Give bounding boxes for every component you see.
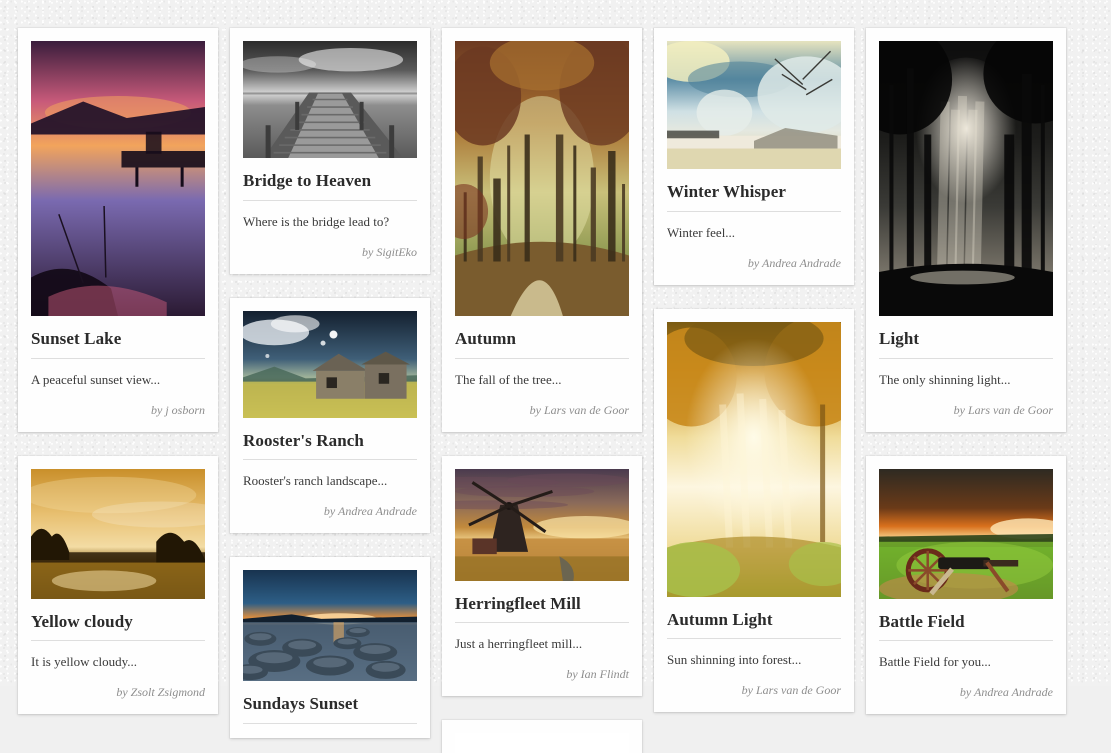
photo-card-description: Sun shinning into forest... xyxy=(667,639,841,669)
photo-card-author[interactable]: by Lars van de Goor xyxy=(879,389,1053,418)
photo-card-author[interactable]: by Lars van de Goor xyxy=(667,669,841,698)
photo-card[interactable]: AutumnThe fall of the tree...by Lars van… xyxy=(442,28,642,432)
photo-card[interactable]: Bridge to HeavenWhere is the bridge lead… xyxy=(230,28,430,274)
photo-card-body: Winter WhisperWinter feel...by Andrea An… xyxy=(667,169,841,285)
gallery-column-2: Bridge to HeavenWhere is the bridge lead… xyxy=(230,28,430,686)
photo-card-body: Autumn LightSun shinning into forest...b… xyxy=(667,597,841,713)
photo-card-author[interactable]: by Ian Flindt xyxy=(455,653,629,682)
photo-card[interactable]: LightThe only shinning light...by Lars v… xyxy=(866,28,1066,432)
photo-card-title[interactable]: Autumn xyxy=(455,316,629,358)
photo-card-title[interactable]: Battle Field xyxy=(879,599,1053,641)
photo-card[interactable]: Herringfleet MillJust a herringfleet mil… xyxy=(442,456,642,697)
photo-card-title[interactable]: Rooster's Ranch xyxy=(243,418,417,460)
gallery-column-3: AutumnThe fall of the tree...by Lars van… xyxy=(442,28,642,686)
autumn-light-photo[interactable] xyxy=(667,322,841,597)
photo-card[interactable]: Autumn LightSun shinning into forest...b… xyxy=(654,309,854,713)
gallery-column-1: Sunset LakeA peaceful sunset view...by j… xyxy=(18,28,218,686)
photo-card[interactable]: Sunset LakeA peaceful sunset view...by j… xyxy=(18,28,218,432)
photo-card[interactable]: Sundays Sunset xyxy=(230,557,430,738)
photo-card-description: Just a herringfleet mill... xyxy=(455,623,629,653)
photo-card-author[interactable]: by j osborn xyxy=(31,389,205,418)
photo-card-description: A peaceful sunset view... xyxy=(31,359,205,389)
next-card-partial[interactable] xyxy=(455,733,629,753)
photo-card-description: Winter feel... xyxy=(667,212,841,242)
sundays-sunset-photo[interactable] xyxy=(243,570,417,681)
photo-card-author[interactable]: by Andrea Andrade xyxy=(243,490,417,519)
photo-card-body: LightThe only shinning light...by Lars v… xyxy=(879,316,1053,432)
photo-card-body: Bridge to HeavenWhere is the bridge lead… xyxy=(243,158,417,274)
photo-card[interactable]: Battle FieldBattle Field for you...by An… xyxy=(866,456,1066,715)
photo-card-description: The fall of the tree... xyxy=(455,359,629,389)
sunset-lake-photo[interactable] xyxy=(31,41,205,316)
photo-card-description: Battle Field for you... xyxy=(879,641,1053,671)
photo-card-author[interactable]: by SigitEko xyxy=(243,231,417,260)
photo-card-body: Battle FieldBattle Field for you...by An… xyxy=(879,599,1053,715)
photo-card-title[interactable]: Winter Whisper xyxy=(667,169,841,211)
light-photo[interactable] xyxy=(879,41,1053,316)
photo-card-title[interactable]: Light xyxy=(879,316,1053,358)
photo-card[interactable]: Yellow cloudyIt is yellow cloudy...by Zs… xyxy=(18,456,218,715)
photo-card-title[interactable]: Sundays Sunset xyxy=(243,681,417,723)
photo-card-title[interactable]: Autumn Light xyxy=(667,597,841,639)
photo-card-title[interactable]: Sunset Lake xyxy=(31,316,205,358)
photo-card-description: The only shinning light... xyxy=(879,359,1053,389)
yellow-cloudy-photo[interactable] xyxy=(31,469,205,599)
photo-card-divider xyxy=(243,723,417,724)
photo-card-author[interactable]: by Lars van de Goor xyxy=(455,389,629,418)
photo-card[interactable]: Winter WhisperWinter feel...by Andrea An… xyxy=(654,28,854,285)
photo-card-title[interactable]: Yellow cloudy xyxy=(31,599,205,641)
photo-card-title[interactable]: Herringfleet Mill xyxy=(455,581,629,623)
battle-field-photo[interactable] xyxy=(879,469,1053,599)
photo-card-description: It is yellow cloudy... xyxy=(31,641,205,671)
herringfleet-mill-photo[interactable] xyxy=(455,469,629,581)
photo-card-body: Sundays Sunset xyxy=(243,681,417,738)
photo-card-body: Sunset LakeA peaceful sunset view...by j… xyxy=(31,316,205,432)
bridge-to-heaven-photo[interactable] xyxy=(243,41,417,158)
winter-whisper-photo[interactable] xyxy=(667,41,841,169)
autumn-photo[interactable] xyxy=(455,41,629,316)
gallery-column-5: LightThe only shinning light...by Lars v… xyxy=(866,28,1066,686)
photo-gallery-masonry-grid: Sunset LakeA peaceful sunset view...by j… xyxy=(0,0,1111,686)
photo-card-body: AutumnThe fall of the tree...by Lars van… xyxy=(455,316,629,432)
photo-card-body: Rooster's RanchRooster's ranch landscape… xyxy=(243,418,417,534)
photo-card-title[interactable]: Bridge to Heaven xyxy=(243,158,417,200)
photo-card-description: Where is the bridge lead to? xyxy=(243,201,417,231)
photo-card-body: Herringfleet MillJust a herringfleet mil… xyxy=(455,581,629,697)
photo-card[interactable] xyxy=(442,720,642,753)
photo-card[interactable]: Rooster's RanchRooster's ranch landscape… xyxy=(230,298,430,534)
gallery-column-4: Winter WhisperWinter feel...by Andrea An… xyxy=(654,28,854,686)
photo-card-body: Yellow cloudyIt is yellow cloudy...by Zs… xyxy=(31,599,205,715)
roosters-ranch-photo[interactable] xyxy=(243,311,417,418)
photo-card-description: Rooster's ranch landscape... xyxy=(243,460,417,490)
photo-card-author[interactable]: by Andrea Andrade xyxy=(667,242,841,271)
